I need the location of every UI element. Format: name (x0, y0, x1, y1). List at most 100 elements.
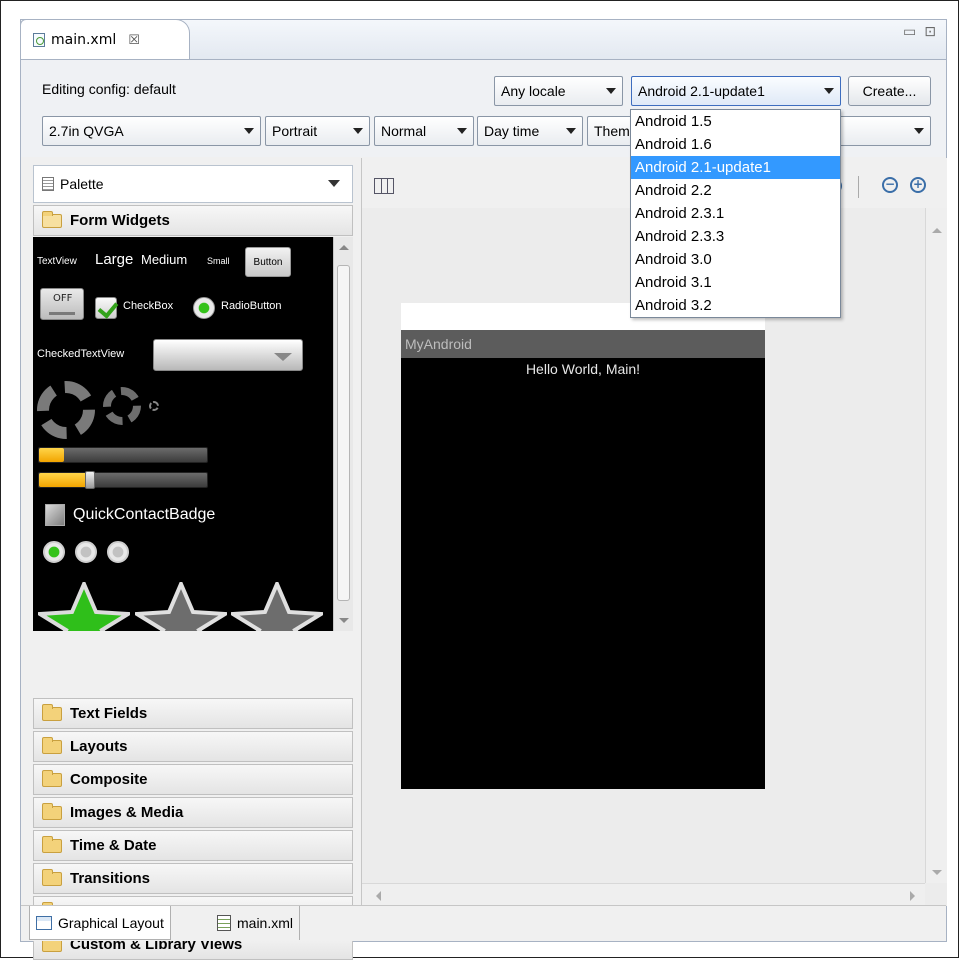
night-mode-select[interactable]: Day time (477, 116, 583, 146)
xml-source-icon (217, 915, 231, 931)
dropdown-option[interactable]: Android 3.0 (631, 248, 840, 271)
folder-icon (42, 835, 62, 853)
progress-small-icon[interactable] (149, 401, 159, 411)
palette-category[interactable]: Transitions (33, 863, 353, 894)
minimize-icon[interactable]: ▭ (903, 24, 916, 40)
scrollbar-thumb[interactable] (337, 265, 350, 601)
widget-radiobutton[interactable]: RadioButton (221, 300, 282, 312)
widget-button[interactable]: Button (245, 247, 291, 277)
device-screen[interactable]: MyAndroid Hello World, Main! (401, 303, 765, 789)
palette-panel: Palette Form Widgets TextView Large Medi… (33, 165, 353, 960)
create-config-button[interactable]: Create... (848, 76, 931, 106)
canvas-horizontal-scrollbar[interactable] (362, 883, 925, 906)
chevron-down-icon (606, 88, 616, 94)
view-menu-icon[interactable] (328, 180, 340, 187)
editor-tab-main-xml[interactable]: main.xml ☒ (20, 19, 190, 60)
widget-large-text[interactable]: Large (95, 251, 133, 268)
seekbar-thumb[interactable] (85, 471, 95, 489)
palette-category[interactable]: Layouts (33, 731, 353, 762)
layout-toggle-icon[interactable] (374, 178, 394, 194)
widget-checkedtextview[interactable]: CheckedTextView (37, 348, 124, 360)
editing-config-label: Editing config: default (42, 81, 176, 97)
dropdown-option[interactable]: Android 3.1 (631, 271, 840, 294)
folder-icon (42, 868, 62, 886)
zoom-out-icon[interactable]: − (882, 177, 898, 193)
dropdown-option[interactable]: Android 1.5 (631, 110, 840, 133)
locale-select[interactable]: Any locale (494, 76, 623, 106)
widget-small-text[interactable]: Small (207, 256, 230, 266)
progress-large-icon[interactable] (37, 381, 95, 439)
palette-category[interactable]: Text Fields (33, 698, 353, 729)
dock-mode-select[interactable]: Normal (374, 116, 474, 146)
screen-size-value: 2.7in QVGA (49, 123, 124, 139)
hello-textview[interactable]: Hello World, Main! (401, 361, 765, 377)
progress-medium-icon[interactable] (103, 387, 141, 425)
widget-medium-text[interactable]: Medium (141, 252, 187, 267)
star-empty-icon[interactable] (135, 582, 227, 631)
editor-tab-title: main.xml (51, 32, 117, 48)
scroll-left-icon[interactable] (376, 891, 381, 901)
category-label: Composite (70, 771, 148, 788)
scroll-down-icon[interactable] (932, 870, 942, 875)
dropdown-option[interactable]: Android 2.3.3 (631, 225, 840, 248)
dropdown-option[interactable]: Android 3.2 (631, 294, 840, 317)
star-empty-icon[interactable] (231, 582, 323, 631)
chevron-down-icon (244, 128, 254, 134)
target-value: Android 2.1-update1 (638, 83, 765, 99)
chevron-down-icon (824, 88, 834, 94)
checkbox-icon[interactable] (95, 297, 117, 319)
widget-textview[interactable]: TextView (37, 256, 77, 267)
scroll-up-icon[interactable] (339, 245, 349, 250)
editor-page-tabs: Graphical Layout main.xml (21, 905, 946, 941)
editor-tab-strip: main.xml ☒ ▭ ⊡ (20, 19, 947, 60)
dropdown-option[interactable]: Android 1.6 (631, 133, 840, 156)
widget-progress-bar[interactable] (38, 447, 208, 463)
dropdown-option[interactable]: Android 2.3.1 (631, 202, 840, 225)
category-form-widgets[interactable]: Form Widgets (33, 205, 353, 236)
palette-category[interactable]: Time & Date (33, 830, 353, 861)
maximize-icon[interactable]: ⊡ (924, 24, 936, 40)
night-mode-value: Day time (484, 123, 540, 139)
close-icon[interactable]: ☒ (128, 33, 140, 48)
seekbar-fill (39, 473, 89, 487)
form-widgets-preview: TextView Large Medium Small Button OFF C… (33, 237, 353, 631)
target-dropdown-list[interactable]: Android 1.5 Android 1.6 Android 2.1-update… (630, 109, 841, 318)
category-label: Images & Media (70, 804, 184, 821)
chevron-down-icon (274, 353, 292, 361)
folder-open-icon (42, 210, 62, 228)
palette-title: Palette (60, 176, 104, 192)
chevron-down-icon (457, 128, 467, 134)
screen-size-select[interactable]: 2.7in QVGA (42, 116, 261, 146)
android-xml-file-icon (33, 33, 45, 47)
scroll-right-icon[interactable] (910, 891, 915, 901)
palette-header: Palette (33, 165, 353, 203)
widget-quickcontactbadge[interactable]: QuickContactBadge (73, 506, 215, 524)
palette-category[interactable]: Composite (33, 764, 353, 795)
scroll-up-icon[interactable] (932, 228, 942, 233)
widget-seekbar[interactable] (38, 471, 208, 489)
tab-graphical-layout[interactable]: Graphical Layout (29, 906, 171, 940)
scroll-down-icon[interactable] (339, 618, 349, 623)
dropdown-option[interactable]: Android 2.2 (631, 179, 840, 202)
radio-button-icon[interactable] (193, 297, 215, 319)
chevron-down-icon (353, 128, 363, 134)
target-select[interactable]: Android 2.1-update1 (631, 76, 841, 106)
widget-toggle-button[interactable]: OFF (40, 288, 84, 320)
star-filled-icon[interactable] (38, 582, 130, 631)
dropdown-option[interactable]: Android 2.1-update1 (631, 156, 840, 179)
widget-spinner[interactable] (153, 339, 303, 371)
widget-checkbox[interactable]: CheckBox (123, 300, 173, 312)
orientation-select[interactable]: Portrait (265, 116, 370, 146)
category-label: Transitions (70, 870, 151, 887)
view-controls: ▭ ⊡ (903, 24, 936, 40)
canvas-vertical-scrollbar[interactable] (925, 208, 947, 883)
zoom-in-icon[interactable]: + (910, 177, 926, 193)
radio-group-dot[interactable] (43, 541, 65, 563)
tab-main-xml[interactable]: main.xml (211, 906, 301, 940)
locale-value: Any locale (501, 83, 566, 99)
palette-category[interactable]: Images & Media (33, 797, 353, 828)
radio-group-dot[interactable] (107, 541, 129, 563)
folder-icon (42, 703, 62, 721)
radio-group-dot[interactable] (75, 541, 97, 563)
palette-scrollbar[interactable] (333, 237, 353, 631)
